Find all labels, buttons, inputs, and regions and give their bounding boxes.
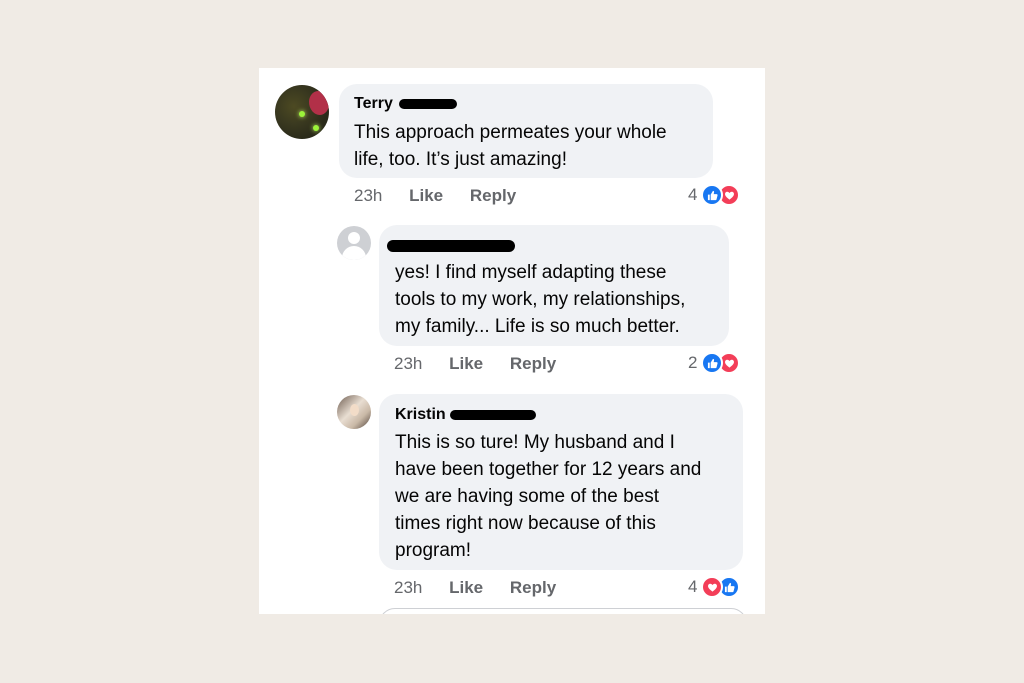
reaction-summary[interactable]: 4 — [688, 576, 741, 598]
redacted-surname — [450, 409, 537, 420]
comment-text-line: have been together for 12 years and — [395, 459, 702, 480]
avatar[interactable] — [275, 85, 329, 139]
comment-meta: 23h Like Reply — [394, 354, 578, 374]
comment-text-line: program! — [395, 540, 472, 561]
redacted-surname — [399, 98, 458, 109]
avatar-eye-detail — [313, 125, 319, 131]
comment-text-line: my family... Life is so much better. — [395, 316, 680, 337]
avatar-silhouette-head — [348, 232, 360, 244]
comment-text-line: we are having some of the best — [395, 486, 660, 507]
avatar-silhouette-body — [342, 246, 366, 260]
comment-text: yes! I find myself adapting these tools … — [395, 259, 685, 340]
reaction-count: 4 — [688, 577, 698, 596]
comment-bubble: Terry This approach permeates your whole… — [339, 84, 713, 178]
comment-text-line: This approach permeates your whole — [354, 122, 667, 143]
reaction-summary[interactable]: 4 — [688, 184, 741, 206]
avatar-face-detail — [350, 404, 359, 416]
author-name[interactable]: Kristin — [395, 406, 446, 423]
timestamp[interactable]: 23h — [394, 354, 422, 373]
reply-button[interactable]: Reply — [510, 578, 556, 597]
reply-input[interactable] — [379, 608, 747, 614]
comment-text: This is so ture! My husband and I have b… — [395, 429, 701, 564]
comment-author[interactable] — [387, 237, 515, 255]
comment-bubble: Kristin This is so ture! My husband and … — [379, 394, 743, 570]
like-button[interactable]: Like — [449, 354, 483, 373]
redacted-name — [387, 239, 515, 252]
reaction-summary[interactable]: 2 — [688, 352, 741, 374]
comment-thread-card: Terry This approach permeates your whole… — [259, 68, 765, 614]
comment-text-line: yes! I find myself adapting these — [395, 262, 667, 283]
comment-text-line: times right now because of this — [395, 513, 656, 534]
like-button[interactable]: Like — [449, 578, 483, 597]
comment-text: This approach permeates your whole life,… — [354, 119, 667, 173]
comment-meta: 23h Like Reply — [354, 186, 538, 206]
reaction-count: 2 — [688, 353, 698, 372]
reply-button[interactable]: Reply — [510, 354, 556, 373]
comment-meta: 23h Like Reply — [394, 578, 578, 598]
timestamp[interactable]: 23h — [394, 578, 422, 597]
avatar-eye-detail — [299, 111, 305, 117]
like-button[interactable]: Like — [409, 186, 443, 205]
avatar-flower-detail — [309, 91, 329, 115]
avatar-default[interactable] — [337, 226, 371, 260]
reaction-count: 4 — [688, 185, 698, 204]
comment-text-line: tools to my work, my relationships, — [395, 289, 686, 310]
comment-author[interactable]: Kristin — [395, 406, 537, 424]
author-name[interactable]: Terry — [354, 95, 393, 112]
comment-text-line: This is so ture! My husband and I — [395, 432, 675, 453]
comment-bubble: yes! I find myself adapting these tools … — [379, 225, 729, 346]
comment-author[interactable]: Terry — [354, 95, 458, 113]
timestamp[interactable]: 23h — [354, 186, 382, 205]
reply-button[interactable]: Reply — [470, 186, 516, 205]
avatar[interactable] — [337, 395, 371, 429]
comment-text-line: life, too. It’s just amazing! — [354, 149, 567, 170]
